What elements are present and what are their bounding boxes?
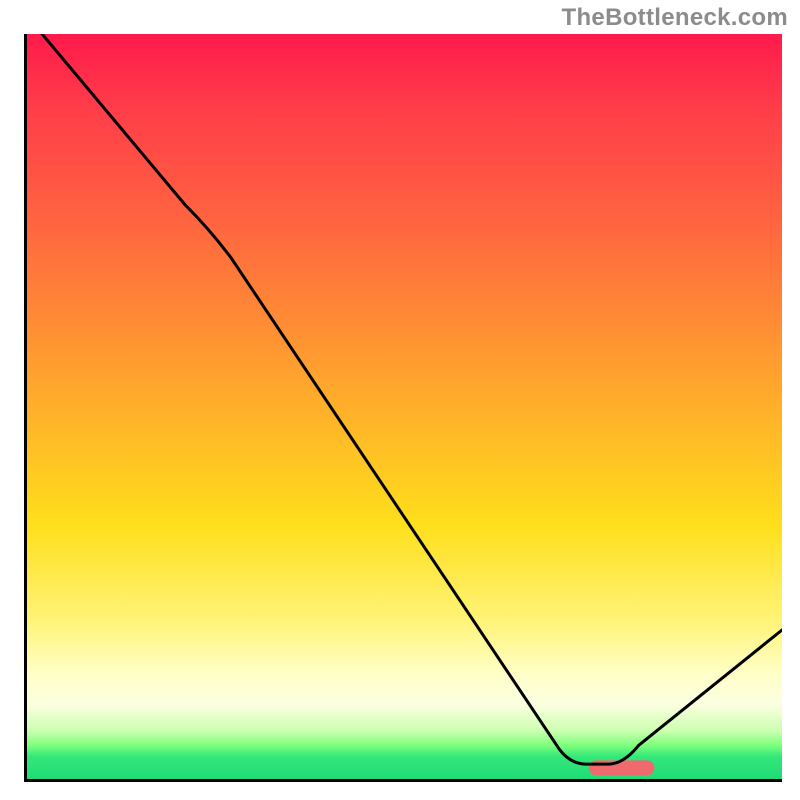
bottleneck-curve [42, 34, 782, 764]
optimal-range-marker [589, 760, 655, 775]
curve-layer [27, 34, 782, 779]
chart-canvas: TheBottleneck.com [0, 0, 800, 800]
watermark-text: TheBottleneck.com [562, 4, 788, 32]
plot-area [24, 34, 782, 782]
